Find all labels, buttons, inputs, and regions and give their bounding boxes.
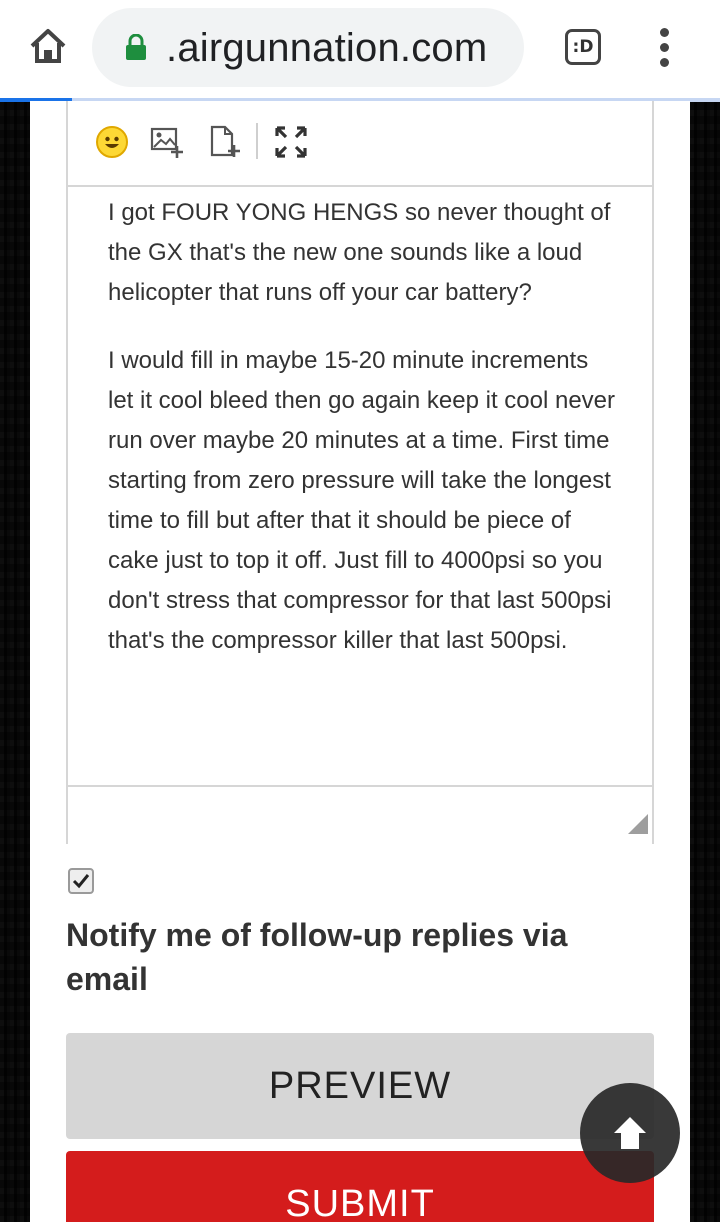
url-text[interactable]: .airgunnation.com <box>166 22 487 74</box>
editor-text-area[interactable]: I got FOUR YONG HENGS so never thought o… <box>108 193 618 689</box>
home-icon[interactable] <box>28 26 68 66</box>
tab-switcher-button[interactable]: :D <box>565 29 601 65</box>
submit-button[interactable]: SUBMIT <box>66 1151 654 1222</box>
insert-image-icon[interactable] <box>150 125 184 159</box>
notify-checkbox[interactable] <box>68 868 94 894</box>
scroll-to-top-button[interactable] <box>580 1083 680 1183</box>
reply-paragraph: I got FOUR YONG HENGS so never thought o… <box>108 199 611 306</box>
background-carbon-left <box>0 101 30 1222</box>
toolbar-separator <box>256 123 258 159</box>
resize-handle-icon[interactable] <box>628 814 648 834</box>
arrow-up-icon <box>614 1117 646 1149</box>
editor-status-bar <box>68 785 652 844</box>
page-content: I got FOUR YONG HENGS so never thought o… <box>30 101 690 1222</box>
preview-button[interactable]: PREVIEW <box>66 1033 654 1139</box>
notify-label[interactable]: Notify me of follow-up replies via email <box>66 913 646 1001</box>
fullscreen-icon[interactable] <box>274 125 308 159</box>
browser-toolbar: .airgunnation.com :D <box>0 0 720 102</box>
checkmark-icon <box>72 874 90 889</box>
lock-icon[interactable] <box>124 33 148 60</box>
smiley-emoji-icon[interactable] <box>96 126 128 158</box>
attach-file-icon[interactable] <box>208 125 242 159</box>
reply-editor[interactable]: I got FOUR YONG HENGS so never thought o… <box>66 101 654 844</box>
overflow-menu-icon[interactable] <box>652 28 676 68</box>
background-carbon-right <box>690 101 720 1222</box>
editor-toolbar <box>68 101 652 187</box>
reply-paragraph: I would fill in maybe 15-20 minute incre… <box>108 347 616 654</box>
